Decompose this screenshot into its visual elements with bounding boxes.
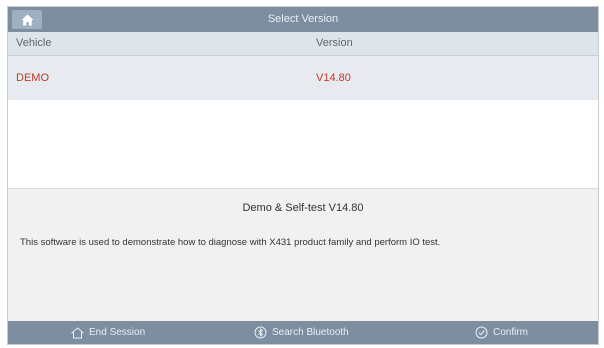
- app-window: Select Version Vehicle Version DEMO V14.…: [7, 6, 599, 345]
- end-session-button[interactable]: End Session: [71, 321, 145, 344]
- bottom-toolbar: End Session Search Bluetooth Confirm: [8, 321, 598, 344]
- column-header-version: Version: [316, 37, 353, 49]
- search-bluetooth-icon: [254, 326, 267, 339]
- vehicle-cell: DEMO: [16, 72, 49, 84]
- description-title: Demo & Self-test V14.80: [242, 202, 364, 214]
- confirm-check-icon: [475, 326, 488, 339]
- description-panel: Demo & Self-test V14.80 This software is…: [8, 188, 598, 321]
- empty-list-area: [8, 100, 598, 188]
- table-header: Vehicle Version: [8, 32, 598, 56]
- page-title: Select Version: [267, 13, 339, 25]
- description-text: This software is used to demonstrate how…: [20, 237, 441, 248]
- search-bluetooth-label: Search Bluetooth: [272, 327, 349, 338]
- confirm-button[interactable]: Confirm: [475, 321, 528, 344]
- end-session-label: End Session: [89, 327, 146, 338]
- column-header-vehicle: Vehicle: [16, 37, 52, 49]
- version-cell: V14.80: [316, 72, 351, 84]
- confirm-label: Confirm: [493, 327, 529, 338]
- title-bar: Select Version: [8, 7, 598, 32]
- table-row[interactable]: DEMO V14.80: [8, 56, 598, 100]
- search-bluetooth-button[interactable]: Search Bluetooth: [254, 321, 349, 344]
- end-session-icon: [71, 326, 84, 338]
